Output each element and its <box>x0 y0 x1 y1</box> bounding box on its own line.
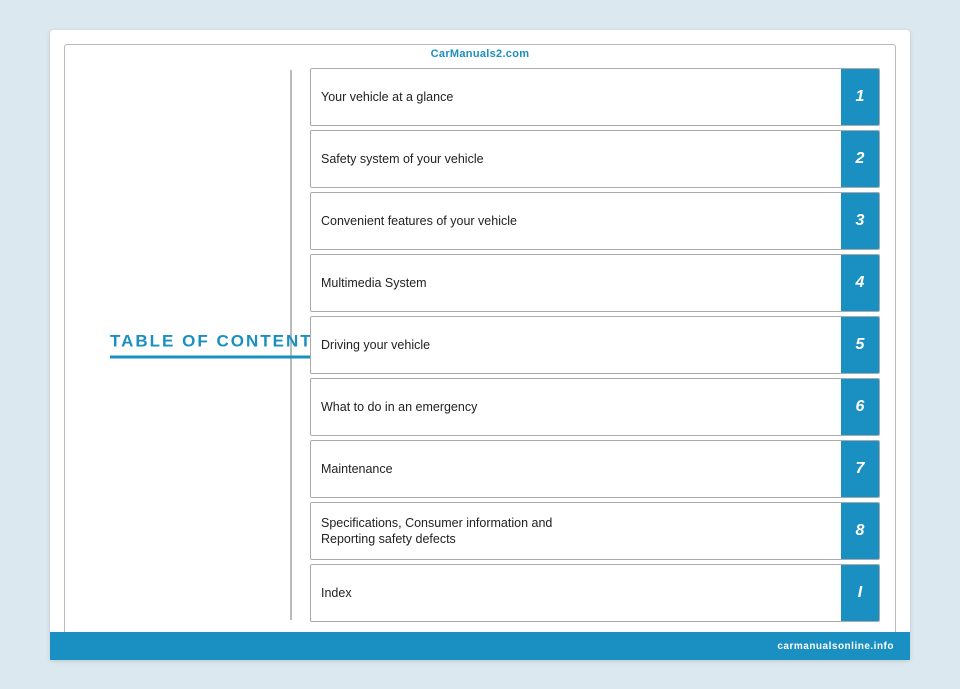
toc-item-label-5: Driving your vehicle <box>311 317 841 373</box>
toc-item-number-7: 7 <box>841 441 879 497</box>
toc-item-5[interactable]: Driving your vehicle5 <box>310 316 880 374</box>
toc-item-number-8: 8 <box>841 503 879 559</box>
toc-item-7[interactable]: Maintenance7 <box>310 440 880 498</box>
watermark: CarManuals2.com <box>431 48 530 60</box>
toc-title-text: TABLE OF CONTENTS <box>110 332 326 351</box>
toc-item-4[interactable]: Multimedia System4 <box>310 254 880 312</box>
toc-item-9[interactable]: IndexI <box>310 564 880 622</box>
toc-item-label-3: Convenient features of your vehicle <box>311 193 841 249</box>
toc-item-number-2: 2 <box>841 131 879 187</box>
toc-title: TABLE OF CONTENTS <box>110 332 337 359</box>
toc-item-label-7: Maintenance <box>311 441 841 497</box>
toc-content-area: Your vehicle at a glance1Safety system o… <box>310 68 880 622</box>
toc-item-label-6: What to do in an emergency <box>311 379 841 435</box>
toc-item-6[interactable]: What to do in an emergency6 <box>310 378 880 436</box>
toc-item-number-3: 3 <box>841 193 879 249</box>
toc-item-3[interactable]: Convenient features of your vehicle3 <box>310 192 880 250</box>
toc-item-2[interactable]: Safety system of your vehicle2 <box>310 130 880 188</box>
toc-item-label-4: Multimedia System <box>311 255 841 311</box>
toc-item-label-9: Index <box>311 565 841 621</box>
toc-item-label-2: Safety system of your vehicle <box>311 131 841 187</box>
toc-item-8[interactable]: Specifications, Consumer information and… <box>310 502 880 560</box>
toc-item-number-9: I <box>841 565 879 621</box>
toc-item-label-1: Your vehicle at a glance <box>311 69 841 125</box>
page-container: CarManuals2.com TABLE OF CONTENTS Your v… <box>50 30 910 660</box>
bottom-bar: carmanualsonline.info <box>50 632 910 660</box>
toc-item-number-1: 1 <box>841 69 879 125</box>
toc-item-number-6: 6 <box>841 379 879 435</box>
toc-item-number-4: 4 <box>841 255 879 311</box>
toc-item-1[interactable]: Your vehicle at a glance1 <box>310 68 880 126</box>
toc-item-number-5: 5 <box>841 317 879 373</box>
bottom-bar-text: carmanualsonline.info <box>777 641 894 652</box>
toc-item-label-8: Specifications, Consumer information and… <box>311 503 841 559</box>
